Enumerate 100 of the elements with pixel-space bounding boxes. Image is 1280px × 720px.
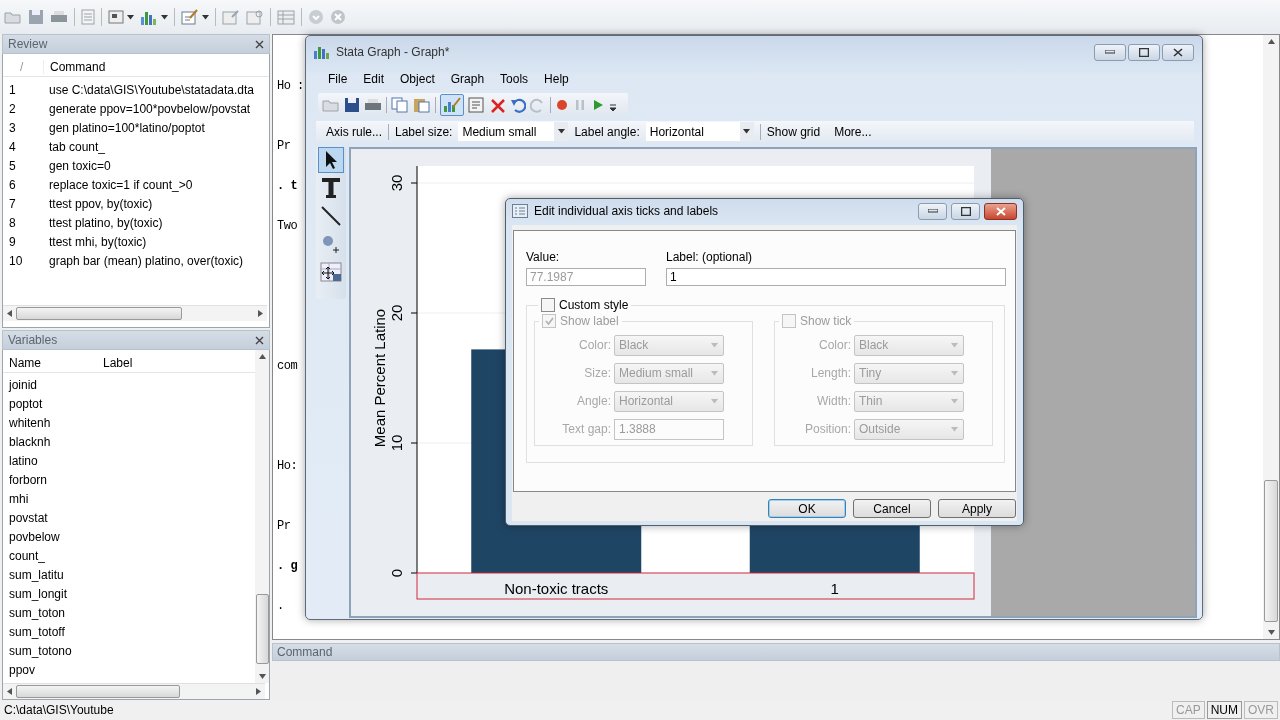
command-text[interactable]: ttest ppov, by(toxic)	[49, 196, 153, 211]
scrollbar-thumb[interactable]	[16, 685, 180, 698]
save-icon[interactable]	[344, 97, 360, 113]
command-text[interactable]: replace toxic=1 if count_>0	[49, 177, 193, 192]
column-header[interactable]: Name	[3, 356, 97, 370]
dialog-button[interactable]: OK	[768, 499, 846, 518]
scroll-right-icon[interactable]	[258, 310, 263, 317]
menu-item[interactable]: Tools	[492, 72, 537, 86]
output-text: Two	[277, 219, 298, 233]
command-text[interactable]: generate ppov=100*povbelow/povstat	[49, 101, 251, 116]
row-number: 5	[8, 158, 17, 173]
command-text[interactable]: use C:\data\GIS\Youtube\statadata.dta	[49, 82, 255, 97]
data-browser-icon[interactable]	[246, 9, 264, 25]
close-button[interactable]	[1162, 43, 1194, 61]
undo-icon[interactable]	[510, 97, 526, 113]
variable-name[interactable]: whitenh	[3, 415, 51, 430]
label-size-dropdown[interactable]: Medium small	[458, 122, 569, 141]
field-label: Label size:	[395, 124, 453, 139]
variable-name[interactable]: latino	[3, 453, 38, 468]
command-text[interactable]: tab count_	[49, 139, 106, 154]
variable-name[interactable]: sum_longit	[3, 586, 68, 601]
output-text: com	[277, 359, 298, 373]
column-header[interactable]: Command	[43, 60, 269, 74]
browser-icon[interactable]	[468, 97, 486, 113]
print-icon[interactable]	[364, 97, 382, 113]
scroll-up-icon[interactable]	[1267, 39, 1275, 44]
field-label: Text gap:	[561, 422, 611, 436]
tool-button[interactable]	[318, 147, 344, 173]
record-icon[interactable]	[555, 98, 569, 112]
variable-name[interactable]: forborn	[3, 472, 48, 487]
y-axis[interactable]	[410, 165, 418, 574]
variable-name[interactable]: ppov	[3, 662, 36, 677]
dialog-title: Edit individual axis ticks and labels	[534, 204, 719, 218]
label-angle-dropdown[interactable]: Horizontal	[645, 122, 754, 141]
table-icon[interactable]	[277, 9, 295, 25]
command-text[interactable]: gen toxic=0	[49, 158, 111, 173]
scrollbar-thumb[interactable]	[16, 307, 182, 320]
command-text[interactable]: ttest mhi, by(toxic)	[49, 234, 147, 249]
tool-button[interactable]	[318, 259, 344, 285]
dialog-button[interactable]: Apply	[938, 499, 1016, 518]
horizontal-scrollbar[interactable]	[3, 683, 265, 699]
vertical-scrollbar[interactable]	[255, 350, 269, 683]
edit-document-icon[interactable]	[181, 9, 199, 25]
scrollbar-thumb[interactable]	[255, 594, 269, 664]
variable-name[interactable]: mhi	[3, 491, 29, 506]
variable-name[interactable]: sum_totono	[3, 643, 72, 658]
command-text[interactable]: gen platino=100*latino/poptot	[49, 120, 205, 135]
output-text: Ho:	[277, 459, 298, 473]
dialog-button[interactable]: Cancel	[853, 499, 931, 518]
selection-box[interactable]	[416, 572, 975, 600]
window-icon[interactable]	[108, 9, 124, 25]
menu-item[interactable]: File	[320, 72, 356, 86]
show-grid-button[interactable]: Show grid	[766, 124, 821, 139]
menu-item[interactable]: Object	[392, 72, 443, 86]
maximize-button[interactable]	[1128, 43, 1160, 61]
variable-name[interactable]: sum_latitu	[3, 567, 64, 582]
scroll-down-icon[interactable]	[1267, 630, 1275, 635]
graph-editor-toggle[interactable]	[440, 94, 464, 116]
variable-name[interactable]: sum_totoff	[3, 624, 65, 639]
variable-name[interactable]: povbelow	[3, 529, 60, 544]
checkbox[interactable]	[541, 298, 555, 312]
command-text[interactable]: ttest platino, by(toxic)	[49, 215, 163, 230]
more-button[interactable]: More...	[834, 124, 872, 139]
panel-title: Variables	[8, 333, 58, 347]
maximize-button[interactable]	[951, 202, 980, 220]
menu-item[interactable]: Edit	[355, 72, 393, 86]
close-button[interactable]	[984, 202, 1017, 220]
menu-item[interactable]: Graph	[442, 72, 493, 86]
column-header[interactable]: Label	[97, 356, 255, 370]
scroll-left-icon[interactable]	[7, 688, 12, 695]
open-icon[interactable]	[4, 9, 22, 25]
variable-name[interactable]: povstat	[3, 510, 48, 525]
row-number: 2	[8, 101, 17, 116]
command-text[interactable]: graph bar (mean) platino, over(toxic)	[49, 253, 244, 268]
close-icon[interactable]	[255, 39, 264, 49]
menu-item[interactable]: Help	[536, 72, 577, 86]
label-field[interactable]: 1	[666, 268, 1006, 286]
axis-rule-button[interactable]: Axis rule...	[326, 124, 382, 139]
key-indicator: OVR	[1244, 701, 1278, 719]
scrollbar-thumb[interactable]	[1264, 480, 1278, 622]
variable-name[interactable]: poptot	[3, 396, 43, 411]
horizontal-scrollbar[interactable]	[3, 305, 267, 321]
print-icon[interactable]	[50, 9, 68, 25]
variable-name[interactable]: count_	[3, 548, 46, 563]
delete-icon[interactable]	[490, 97, 506, 113]
variable-name[interactable]: blacknh	[3, 434, 51, 449]
variable-name[interactable]: joinid	[3, 377, 38, 392]
scroll-left-icon[interactable]	[7, 310, 12, 317]
scroll-down-icon[interactable]	[258, 674, 266, 679]
variable-name[interactable]: sum_toton	[3, 605, 66, 620]
paste-icon[interactable]	[413, 97, 431, 113]
bar-chart-icon[interactable]	[140, 9, 158, 25]
scroll-right-icon[interactable]	[256, 688, 261, 695]
break-icon[interactable]	[330, 9, 346, 25]
close-icon[interactable]	[255, 335, 264, 345]
copy-icon[interactable]	[391, 97, 409, 113]
vertical-scrollbar[interactable]	[1263, 35, 1279, 639]
data-editor-icon[interactable]	[222, 9, 240, 25]
row-number: 10	[8, 253, 24, 268]
scroll-up-icon[interactable]	[258, 354, 266, 359]
